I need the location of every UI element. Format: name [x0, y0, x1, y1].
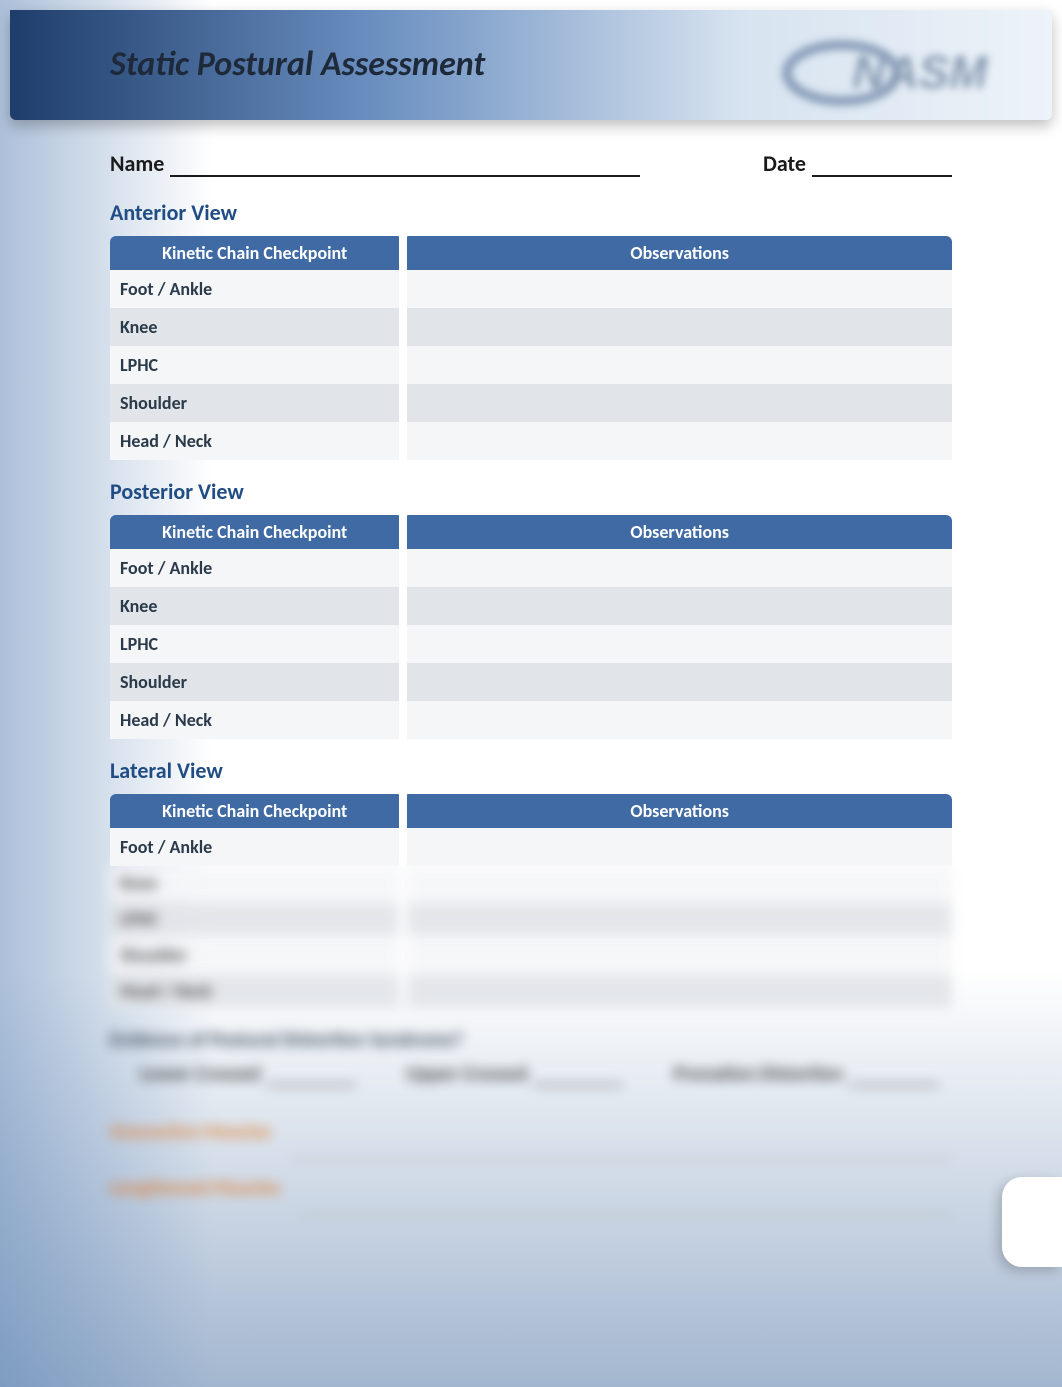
name-label: Name — [110, 150, 164, 177]
table-row: Foot / Ankle — [110, 270, 952, 308]
posterior-table: Kinetic Chain Checkpoint Observations Fo… — [110, 515, 952, 739]
name-input-line[interactable] — [170, 153, 640, 177]
col-header-checkpoint: Kinetic Chain Checkpoint — [110, 515, 403, 549]
checkpoint-cell: Head / Neck — [110, 701, 403, 739]
col-header-observations: Observations — [403, 236, 952, 270]
table-row: Knee — [110, 308, 952, 346]
checkpoint-cell: Shoulder — [110, 663, 403, 701]
col-header-observations: Observations — [403, 794, 952, 828]
content-area: Name Date Anterior View Kinetic Chain Ch… — [110, 150, 952, 1216]
header-bar: Static Postural Assessment NASM — [10, 10, 1052, 120]
checkpoint-cell: Head / Neck — [110, 422, 403, 460]
anterior-table: Kinetic Chain Checkpoint Observations Fo… — [110, 236, 952, 460]
checkpoint-cell: Foot / Ankle — [110, 270, 403, 308]
observation-cell[interactable] — [403, 549, 952, 587]
checkpoint-cell: Shoulder — [110, 384, 403, 422]
observation-cell[interactable] — [403, 828, 952, 866]
table-row: Knee — [110, 587, 952, 625]
checkpoint-cell: Foot / Ankle — [110, 828, 403, 866]
observation-cell[interactable] — [403, 384, 952, 422]
section-title-anterior: Anterior View — [110, 199, 952, 226]
table-row: LPHC — [110, 346, 952, 384]
table-row: Head / Neck — [110, 701, 952, 739]
name-date-row: Name Date — [110, 150, 952, 177]
checkpoint-cell: Knee — [110, 308, 403, 346]
checkpoint-cell: LPHC — [110, 346, 403, 384]
observation-cell[interactable] — [403, 625, 952, 663]
svg-text:NASM: NASM — [852, 46, 989, 98]
date-input-line[interactable] — [812, 153, 952, 177]
observation-cell[interactable] — [403, 422, 952, 460]
observation-cell[interactable] — [403, 308, 952, 346]
section-title-lateral: Lateral View — [110, 757, 952, 784]
observation-cell[interactable] — [403, 701, 952, 739]
table-row: Foot / Ankle — [110, 549, 952, 587]
table-row: Foot / Ankle — [110, 828, 952, 866]
lateral-table: Kinetic Chain Checkpoint Observations Fo… — [110, 794, 952, 866]
blurred-preview-area: Knee LPHC Shoulder Head / Neck Evidence … — [110, 866, 952, 1216]
table-row: Shoulder — [110, 663, 952, 701]
checkpoint-cell: Foot / Ankle — [110, 549, 403, 587]
observation-cell[interactable] — [403, 270, 952, 308]
col-header-checkpoint: Kinetic Chain Checkpoint — [110, 236, 403, 270]
table-row: Head / Neck — [110, 422, 952, 460]
nasm-logo: NASM — [782, 28, 1012, 108]
checkpoint-cell: LPHC — [110, 625, 403, 663]
col-header-checkpoint: Kinetic Chain Checkpoint — [110, 794, 403, 828]
col-header-observations: Observations — [403, 515, 952, 549]
observation-cell[interactable] — [403, 346, 952, 384]
blurred-heading: Evidence of Postural Distortion Syndrome… — [110, 1028, 952, 1052]
observation-cell[interactable] — [403, 663, 952, 701]
section-title-posterior: Posterior View — [110, 478, 952, 505]
page-corner-tab — [1002, 1177, 1062, 1267]
page-title: Static Postural Assessment — [110, 44, 485, 85]
date-label: Date — [763, 150, 806, 177]
date-field[interactable]: Date — [763, 150, 952, 177]
table-row: Shoulder — [110, 384, 952, 422]
table-row: LPHC — [110, 625, 952, 663]
name-field[interactable]: Name — [110, 150, 640, 177]
observation-cell[interactable] — [403, 587, 952, 625]
checkpoint-cell: Knee — [110, 587, 403, 625]
